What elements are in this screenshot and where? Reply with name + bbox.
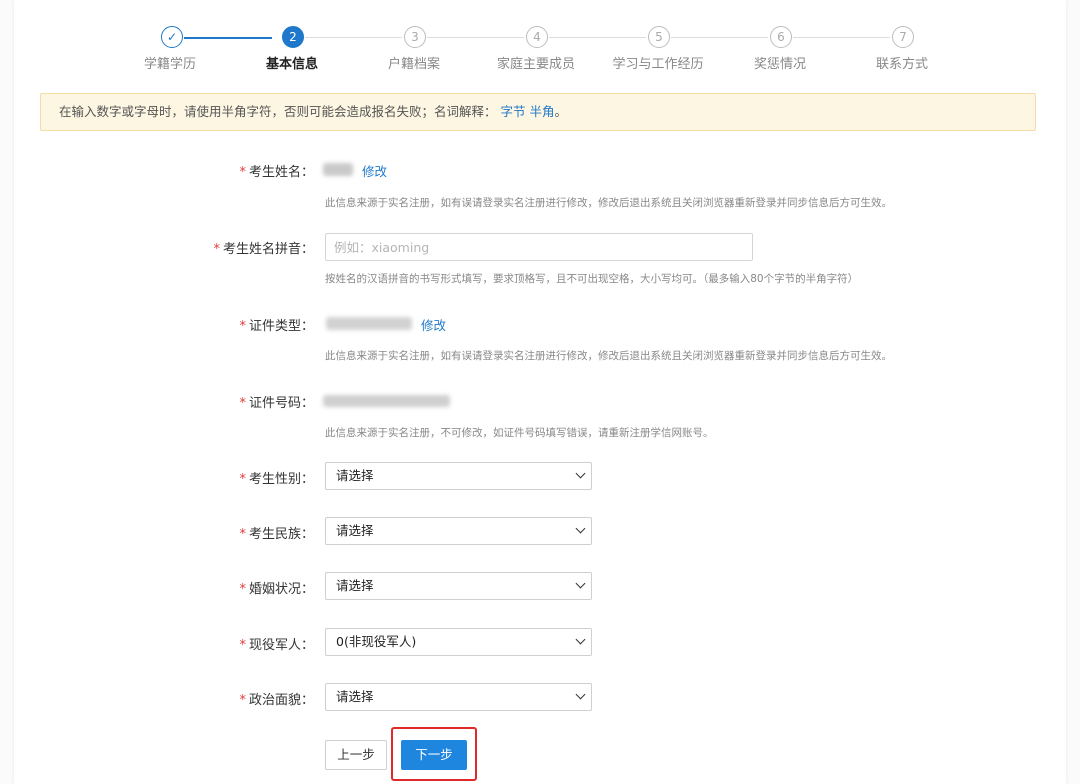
id-type-label: * 证件类型：	[74, 315, 314, 334]
required-mark: *	[239, 582, 246, 597]
marital-selected-value: 请选择	[336, 578, 374, 593]
id-type-label-text: 证件类型：	[248, 319, 314, 334]
id-number-label-text: 证件号码：	[248, 396, 314, 411]
ethnicity-selected-value: 请选择	[336, 523, 374, 538]
chevron-down-icon	[575, 689, 586, 700]
prev-step-button[interactable]: 上一步	[325, 740, 387, 770]
name-value-masked	[323, 163, 353, 176]
gender-label: * 考生性别：	[74, 468, 314, 487]
pinyin-label: * 考生姓名拼音：	[74, 238, 314, 257]
id-number-label: * 证件号码：	[74, 392, 314, 411]
required-mark: *	[239, 472, 246, 487]
military-label-text: 现役军人：	[248, 638, 314, 653]
pinyin-input[interactable]	[325, 233, 753, 261]
byte-link[interactable]: 字节	[501, 104, 526, 119]
step-4-number: 4	[526, 26, 548, 48]
military-select[interactable]: 0(非现役军人)	[325, 628, 592, 656]
political-label: * 政治面貌：	[74, 689, 314, 708]
political-select[interactable]: 请选择	[325, 683, 592, 711]
political-selected-value: 请选择	[336, 689, 374, 704]
step-label-basic-info[interactable]: 基本信息	[232, 53, 352, 72]
edit-id-type-link[interactable]: 修改	[421, 315, 446, 334]
name-hint: 此信息来源于实名注册，如有误请登录实名注册进行修改，修改后退出系统且关闭浏览器重…	[325, 197, 892, 209]
ethnicity-select[interactable]: 请选择	[325, 517, 592, 545]
step-label-contact: 联系方式	[875, 57, 928, 72]
chevron-down-icon	[575, 468, 586, 479]
half-width-notice: 在输入数字或字母时，请使用半角字符，否则可能会造成报名失败；名词解释： 字节 半…	[40, 93, 1036, 131]
chevron-down-icon	[575, 523, 586, 534]
name-label-text: 考生姓名：	[248, 165, 314, 180]
step-connector	[549, 37, 646, 38]
step-3-number: 3	[404, 26, 426, 48]
step-connector	[305, 37, 402, 38]
next-step-button[interactable]: 下一步	[401, 740, 467, 770]
gender-select[interactable]: 请选择	[325, 462, 592, 490]
step-label-academic[interactable]: 学籍学历	[110, 53, 230, 72]
step-connector	[427, 37, 524, 38]
step-6-number: 6	[770, 26, 792, 48]
notice-end: 。	[554, 104, 568, 119]
marital-label: * 婚姻状况：	[74, 578, 314, 597]
gender-label-text: 考生性别：	[248, 472, 314, 487]
id-number-hint: 此信息来源于实名注册，不可修改，如证件号码填写错误，请重新注册学信网账号。	[325, 427, 714, 439]
id-number-value-masked	[323, 395, 450, 407]
id-type-hint: 此信息来源于实名注册，如有误请登录实名注册进行修改，修改后退出系统且关闭浏览器重…	[325, 350, 892, 362]
step-5-number: 5	[648, 26, 670, 48]
required-mark: *	[239, 319, 246, 334]
required-mark: *	[239, 693, 246, 708]
military-label: * 现役军人：	[74, 634, 314, 653]
step-7-number: 7	[892, 26, 914, 48]
step-label-family: 家庭主要成员	[496, 57, 575, 72]
step-1-check-icon[interactable]: ✓	[161, 26, 183, 48]
step-connector	[671, 37, 768, 38]
pinyin-label-text: 考生姓名拼音：	[222, 242, 314, 257]
ethnicity-label-text: 考生民族：	[248, 527, 314, 542]
id-type-value-masked	[326, 317, 412, 330]
political-label-text: 政治面貌：	[248, 693, 314, 708]
name-label: * 考生姓名：	[74, 161, 314, 180]
chevron-down-icon	[575, 634, 586, 645]
required-mark: *	[239, 396, 246, 411]
half-width-link[interactable]: 半角	[530, 104, 555, 119]
marital-select[interactable]: 请选择	[325, 572, 592, 600]
step-2-number[interactable]: 2	[282, 26, 304, 48]
step-label-rewards: 奖惩情况	[753, 57, 806, 72]
edit-name-link[interactable]: 修改	[362, 161, 387, 180]
required-mark: *	[239, 527, 246, 542]
step-label-experience: 学习与工作经历	[612, 57, 704, 72]
required-mark: *	[239, 638, 246, 653]
notice-text: 在输入数字或字母时，请使用半角字符，否则可能会造成报名失败；名词解释：	[59, 104, 497, 119]
step-label-household: 户籍档案	[387, 57, 440, 72]
progress-stepper: ✓ 2 3 4 5 6 7 学籍学历 基本信息 户籍档案 家庭主要成员 学习与工…	[0, 0, 1080, 80]
required-mark: *	[239, 165, 246, 180]
military-selected-value: 0(非现役军人)	[336, 634, 417, 649]
ethnicity-label: * 考生民族：	[74, 523, 314, 542]
step-connector	[793, 37, 890, 38]
chevron-down-icon	[575, 578, 586, 589]
pinyin-hint: 按姓名的汉语拼音的书写形式填写，要求顶格写，且不可出现空格，大小写均可。（最多输…	[325, 273, 859, 285]
required-mark: *	[213, 242, 220, 257]
gender-selected-value: 请选择	[336, 468, 374, 483]
marital-label-text: 婚姻状况：	[248, 582, 314, 597]
step-connector	[184, 37, 272, 39]
